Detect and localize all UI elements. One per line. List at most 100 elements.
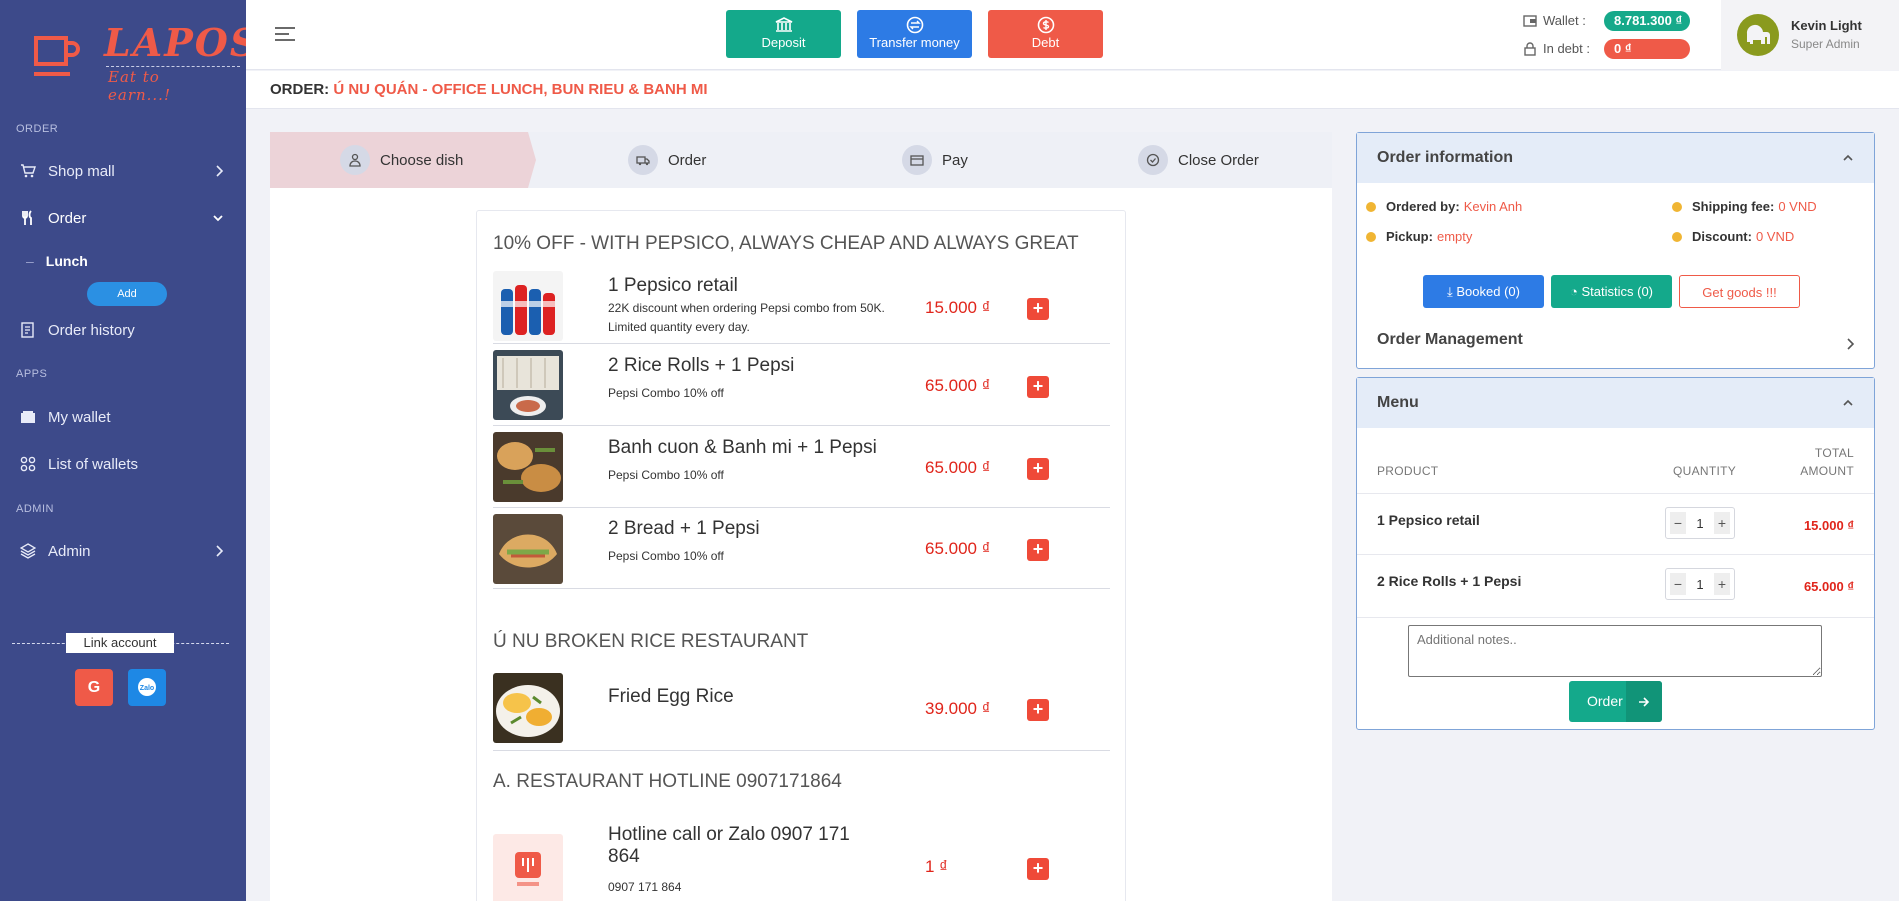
chevron-up-icon[interactable] [1842,133,1854,183]
sidebar-item-label: My wallet [48,408,111,426]
add-dish-button[interactable]: + [1027,699,1049,721]
sidebar-item-shop-mall[interactable]: Shop mall [0,151,246,191]
deposit-label: Deposit [761,35,806,50]
dish-name: 2 Bread + 1 Pepsi [608,518,760,539]
arrow-right-icon [1626,681,1662,722]
sidebar-item-label: Order history [48,321,135,339]
dish-item: 2 Bread + 1 Pepsi Pepsi Combo 10% off 65… [493,508,1110,589]
add-dish-button[interactable]: + [1027,539,1049,561]
step-label: Choose dish [380,151,464,169]
step-pay[interactable]: Pay [902,132,968,188]
google-link-button[interactable]: G [75,669,113,706]
cart-item-name: 1 Pepsico retail [1377,512,1480,528]
dish-image [493,350,563,420]
additional-notes-field[interactable] [1408,625,1822,677]
zalo-icon: Zalo [138,677,156,696]
step-label: Order [668,151,707,169]
dish-item: Fried Egg Rice 39.000 ₫ + [493,666,1110,751]
chevron-right-icon [216,545,224,557]
section-admin: ADMIN [16,503,54,515]
dish-image [493,432,563,502]
wallet-balance-row: Wallet : [1523,13,1586,28]
debt-label: Debt [1031,35,1060,50]
statistics-button[interactable]: ◔ Statistics (0) [1551,275,1672,308]
truck-icon [628,145,658,175]
dish-name: 2 Rice Rolls + 1 Pepsi [608,355,795,376]
download-icon: ⤓ [1447,284,1453,299]
logo[interactable]: LAPOS Eat to earn...! [30,18,257,104]
add-dish-button[interactable]: + [1027,858,1049,880]
column-header-quantity: QUANTITY [1673,464,1737,478]
dish-name: Fried Egg Rice [608,686,734,707]
pickup-info: Pickup: empty [1366,229,1472,244]
coffee-cup-icon [34,36,80,76]
step-close-order[interactable]: Close Order [1138,132,1259,188]
column-header-amount: AMOUNT [1800,464,1854,478]
sidebar-item-order-history[interactable]: Order history [0,310,246,350]
menu-toggle-icon[interactable] [274,26,296,42]
sidebar-item-admin[interactable]: Admin [0,531,246,571]
quantity-stepper[interactable]: − 1 + [1665,507,1735,539]
order-information-header[interactable]: Order information [1357,133,1874,183]
order-submit-button[interactable]: Order [1569,681,1662,722]
order-management-link[interactable]: Order Management [1377,331,1523,349]
cart-item-total: 65.000 ₫ [1803,579,1854,594]
dish-image [493,673,563,743]
sidebar-item-order[interactable]: Order [0,198,246,238]
increase-button[interactable]: + [1713,573,1730,595]
step-order[interactable]: Order [628,132,706,188]
add-dish-button[interactable]: + [1027,376,1049,398]
add-dish-button[interactable]: + [1027,458,1049,480]
sidebar-subitem-lunch[interactable]: – Lunch [26,253,88,269]
booked-button[interactable]: ⤓ Booked (0) [1423,275,1544,308]
transfer-money-button[interactable]: Transfer money [857,10,972,58]
chevron-up-icon[interactable] [1842,378,1854,428]
dish-description: Pepsi Combo 10% off [608,386,724,400]
logo-divider [106,66,240,67]
exchange-icon [906,16,923,34]
quantity-value: 1 [1696,515,1704,531]
section-order: ORDER [16,123,59,135]
add-dish-button[interactable]: + [1027,298,1049,320]
deposit-button[interactable]: Deposit [726,10,841,58]
decrease-button[interactable]: − [1670,512,1686,534]
sidebar-item-label: Order [48,209,87,227]
dish-item: 1 Pepsico retail 22K discount when order… [493,269,1110,344]
dish-name: Hotline call or Zalo 0907 171 864 [608,824,850,867]
dish-description: Pepsi Combo 10% off [608,468,724,482]
user-menu[interactable]: Kevin Light Super Admin [1721,0,1899,70]
add-button[interactable]: Add [87,282,167,306]
menu-section-title: Ú NU BROKEN RICE RESTAURANT [493,631,809,652]
step-choose-dish[interactable]: Choose dish [340,132,463,188]
menu-section-title: A. RESTAURANT HOTLINE 0907171864 [493,771,842,792]
section-apps: APPS [16,368,48,380]
menu-section-title: 10% OFF - WITH PEPSICO, ALWAYS CHEAP AND… [493,233,1079,254]
decrease-button[interactable]: − [1670,573,1686,595]
dish-name: 1 Pepsico retail [608,275,738,296]
dish-price: 39.000 ₫ [925,699,991,718]
get-goods-button[interactable]: Get goods !!! [1679,275,1800,308]
debt-button[interactable]: Debt [988,10,1103,58]
increase-button[interactable]: + [1713,512,1730,534]
sidebar-item-my-wallet[interactable]: My wallet [0,397,246,437]
quantity-stepper[interactable]: − 1 + [1665,568,1735,600]
wallet-icon [1523,14,1537,27]
logo-slogan: Eat to earn...! [108,68,171,104]
ordered-by-info: Ordered by: Kevin Anh [1366,199,1522,214]
receipt-icon [20,322,36,338]
discount-info: Discount: 0 VND [1672,229,1794,244]
debt-row: In debt : [1523,41,1590,56]
divider [1357,617,1874,618]
sidebar-item-list-of-wallets[interactable]: List of wallets [0,444,246,484]
divider [1357,554,1874,555]
sidebar: LAPOS Eat to earn...! ORDER Shop mall Or… [0,0,257,901]
column-header-total: TOTAL [1814,446,1854,460]
dish-description: 0907 171 864 [608,880,682,894]
zalo-link-button[interactable]: Zalo [128,669,166,706]
chevron-right-icon[interactable] [1845,337,1855,351]
dish-price: 65.000 ₫ [925,376,991,395]
dish-price: 1 ₫ [925,857,948,876]
cart-header[interactable]: Menu [1357,378,1874,428]
chevron-right-icon [216,165,224,177]
order-label: ORDER: [270,81,330,98]
